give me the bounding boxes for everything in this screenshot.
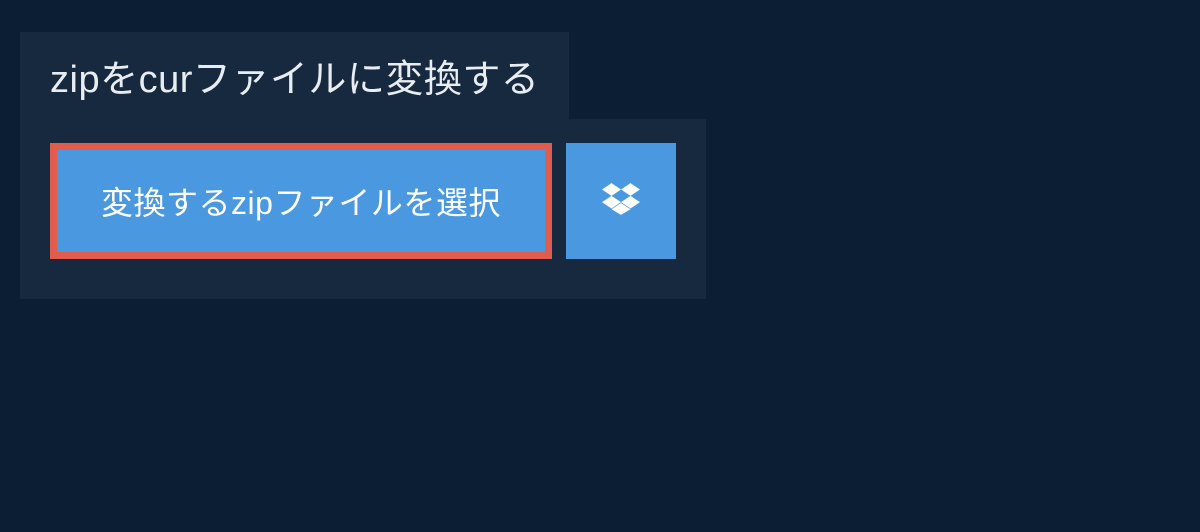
button-row: 変換するzipファイルを選択	[50, 143, 676, 259]
converter-panel: 変換するzipファイルを選択	[20, 119, 706, 299]
heading-container: zipをcurファイルに変換する	[20, 32, 569, 119]
dropbox-icon	[602, 180, 640, 223]
page-title: zipをcurファイルに変換する	[50, 48, 539, 103]
select-file-label: 変換するzipファイルを選択	[101, 178, 501, 224]
select-file-button[interactable]: 変換するzipファイルを選択	[50, 143, 552, 259]
dropbox-button[interactable]	[566, 143, 676, 259]
